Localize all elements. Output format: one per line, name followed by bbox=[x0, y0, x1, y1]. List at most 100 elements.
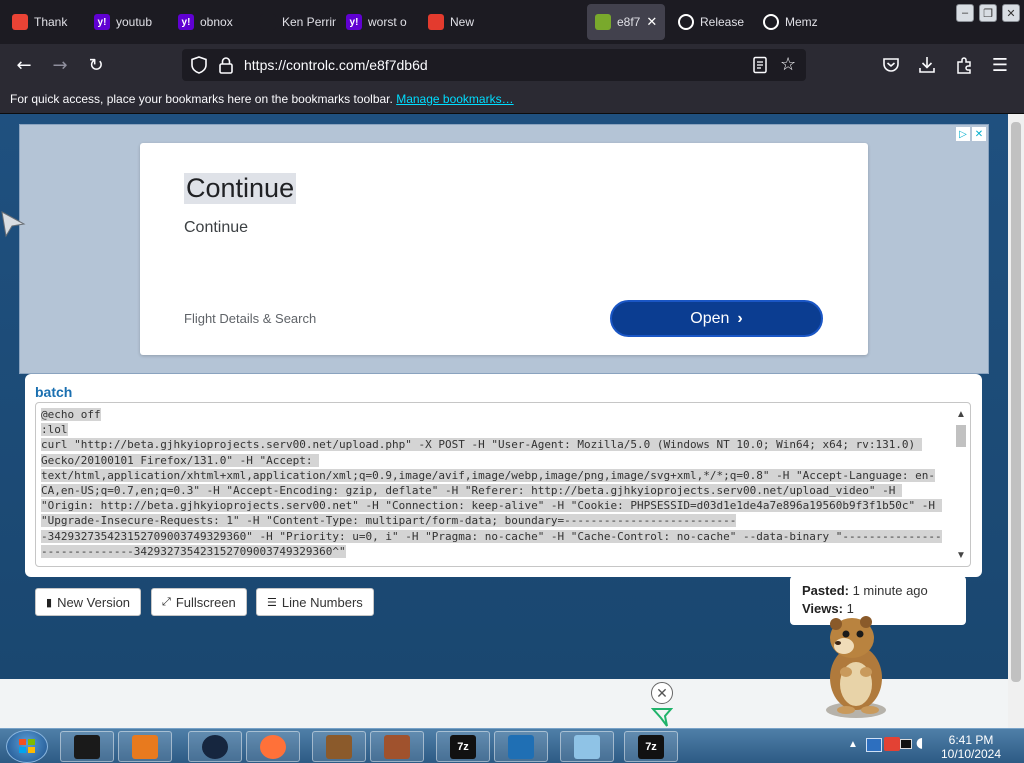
clock[interactable]: 6:41 PM 10/10/2024 bbox=[936, 733, 1006, 761]
taskbar-item-text: 7z bbox=[457, 740, 469, 753]
close-window-button[interactable]: ✕ bbox=[1002, 4, 1020, 22]
ad-open-button[interactable]: Open › bbox=[610, 300, 823, 337]
menu-icon[interactable]: ☰ bbox=[988, 53, 1012, 77]
new-version-button[interactable]: ▮ New Version bbox=[35, 588, 142, 616]
ad-title[interactable]: Continue bbox=[184, 173, 297, 204]
taskbar-item-2[interactable] bbox=[188, 731, 242, 762]
paste-panel: batch @echo off:lol curl "http://beta.gjh… bbox=[25, 374, 982, 577]
taskbar-item-6[interactable]: 7z bbox=[436, 731, 490, 762]
taskbar-item-0[interactable] bbox=[60, 731, 114, 762]
reload-icon[interactable]: ↻ bbox=[84, 53, 108, 77]
hamster-pet-icon[interactable] bbox=[816, 612, 890, 720]
extensions-icon[interactable] bbox=[955, 56, 973, 74]
tab-7[interactable]: Release bbox=[670, 4, 752, 40]
tab-label: Ken Perrine bbox=[282, 15, 336, 29]
ad-banner[interactable]: ▷ ✕ Continue Continue Flight Details & S… bbox=[19, 124, 989, 374]
code-line[interactable]: :lol bbox=[41, 422, 943, 437]
code-scrollbar[interactable]: ▲ ▼ bbox=[954, 407, 968, 562]
tab-label: youtub bbox=[116, 15, 153, 29]
show-hidden-icons-icon[interactable]: ▲ bbox=[848, 739, 858, 750]
7zip-icon: 7z bbox=[450, 734, 476, 759]
ad-open-label: Open bbox=[690, 309, 730, 327]
yahoo-icon: y! bbox=[94, 14, 110, 30]
url-bar[interactable]: https://controlc.com/e8f7db6d ☆ bbox=[182, 49, 806, 81]
ad-choices-badge[interactable]: ▷ ✕ bbox=[956, 127, 986, 141]
taskbar-item-1[interactable] bbox=[118, 731, 172, 762]
clock-time: 6:41 PM bbox=[948, 733, 994, 747]
system-tray: ▲ ◖ 6:41 PM 10/10/2024 bbox=[844, 729, 1024, 763]
minimize-button[interactable]: – bbox=[956, 4, 974, 22]
tab-2[interactable]: y! obnox bbox=[170, 4, 250, 40]
tab-label: e8f7 bbox=[617, 15, 641, 29]
code-line[interactable]: curl "http://beta.gjhkyioprojects.serv00… bbox=[41, 437, 943, 559]
tab-3[interactable]: Ken Perrine bbox=[252, 4, 336, 40]
taskbar-item-8[interactable] bbox=[560, 731, 614, 762]
code-line[interactable]: @echo off bbox=[41, 407, 943, 422]
ad-logo-icon bbox=[651, 708, 673, 727]
ad-footer[interactable]: Flight Details & Search bbox=[184, 311, 316, 326]
globe-icon bbox=[202, 734, 228, 759]
bookmarks-toolbar: For quick access, place your bookmarks h… bbox=[0, 86, 1024, 114]
tab-label: Memz bbox=[785, 15, 818, 29]
yahoo-icon: y! bbox=[178, 14, 194, 30]
network-icon[interactable] bbox=[866, 738, 882, 752]
footer-ad-close-icon[interactable]: ✕ bbox=[651, 682, 673, 704]
tab-0[interactable]: Thank bbox=[4, 4, 82, 40]
downloads-icon[interactable] bbox=[918, 56, 936, 74]
forward-icon[interactable]: → bbox=[48, 53, 72, 77]
taskbar-item-4[interactable] bbox=[312, 731, 366, 762]
pasted-value: 1 minute ago bbox=[852, 583, 928, 598]
bookmark-star-icon[interactable]: ☆ bbox=[780, 54, 796, 75]
volume-icon[interactable]: ◖ bbox=[916, 735, 923, 751]
taskbar-item-5[interactable] bbox=[370, 731, 424, 762]
ad-close-icon[interactable]: ✕ bbox=[972, 127, 986, 141]
back-icon[interactable]: ← bbox=[12, 53, 36, 77]
media-player-icon bbox=[132, 734, 158, 759]
page-scrollbar[interactable] bbox=[1008, 114, 1024, 728]
maximize-button[interactable]: ❐ bbox=[979, 4, 997, 22]
page-scroll-thumb[interactable] bbox=[1011, 122, 1021, 682]
taskbar-item-3[interactable] bbox=[246, 731, 300, 762]
line-numbers-label: Line Numbers bbox=[281, 594, 363, 610]
yahoo-icon: y! bbox=[346, 14, 362, 30]
code-line-text: :lol bbox=[41, 423, 68, 437]
ad-subtitle[interactable]: Continue bbox=[184, 219, 248, 237]
tab-close-icon[interactable]: ✕ bbox=[646, 14, 657, 30]
flag-icon[interactable] bbox=[884, 737, 900, 751]
github-icon bbox=[678, 14, 694, 30]
fullscreen-button[interactable]: ⤢ Fullscreen bbox=[151, 588, 247, 616]
generic-icon bbox=[260, 14, 276, 30]
code-scroll-thumb[interactable] bbox=[956, 425, 966, 447]
tracking-shield-icon[interactable] bbox=[190, 56, 208, 74]
monitor-tray-icon[interactable] bbox=[900, 739, 912, 749]
tab-strip: Thank y! youtub y! obnox Ken Perrine y! worst o… bbox=[0, 0, 1024, 44]
tab-8[interactable]: Memz bbox=[755, 4, 835, 40]
reader-view-icon[interactable] bbox=[752, 56, 768, 74]
line-numbers-button[interactable]: ☰ Line Numbers bbox=[256, 588, 374, 616]
tab-5[interactable]: New bbox=[420, 4, 490, 40]
scroll-up-icon[interactable]: ▲ bbox=[954, 407, 968, 421]
pasted-info: Pasted: 1 minute ago bbox=[802, 582, 954, 600]
taskbar-item-7[interactable] bbox=[494, 731, 548, 762]
start-button[interactable] bbox=[6, 730, 48, 763]
ad-card[interactable]: Continue Continue Flight Details & Searc… bbox=[140, 143, 868, 355]
red-dot-icon bbox=[428, 14, 444, 30]
code-content[interactable]: @echo off:lol curl "http://beta.gjhkyiopr… bbox=[41, 407, 943, 559]
code-editor[interactable]: @echo off:lol curl "http://beta.gjhkyiopr… bbox=[35, 402, 971, 567]
tab-4[interactable]: y! worst o bbox=[338, 4, 418, 40]
taskbar-item-9[interactable]: 7z bbox=[624, 731, 678, 762]
url-text[interactable]: https://controlc.com/e8f7db6d bbox=[244, 57, 428, 73]
paste-language-label: batch bbox=[35, 384, 73, 400]
taskbar-item-text: 7z bbox=[645, 740, 657, 753]
tab-label: worst o bbox=[368, 15, 407, 29]
lock-icon[interactable] bbox=[218, 56, 234, 74]
tab-6[interactable]: e8f7 ✕ bbox=[587, 4, 665, 40]
code-scroll-track[interactable] bbox=[954, 421, 968, 548]
ad-choices-icon[interactable]: ▷ bbox=[956, 127, 970, 141]
list-icon: ☰ bbox=[267, 595, 277, 609]
manage-bookmarks-link[interactable]: Manage bookmarks… bbox=[396, 92, 513, 106]
gopher-icon bbox=[384, 734, 410, 759]
pocket-icon[interactable] bbox=[882, 56, 900, 74]
scroll-down-icon[interactable]: ▼ bbox=[954, 548, 968, 562]
tab-1[interactable]: y! youtub bbox=[86, 4, 168, 40]
